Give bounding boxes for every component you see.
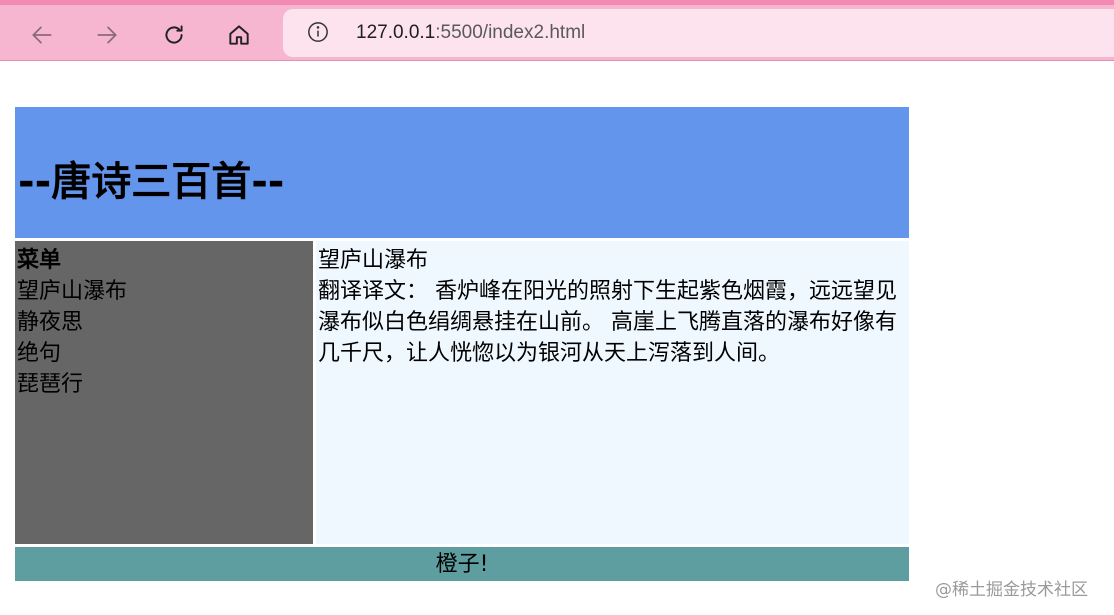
browser-toolbar: 127.0.0.1:5500/index2.html [0,0,1114,61]
forward-arrow-icon [97,26,117,44]
content-panel: 望庐山瀑布 翻译译文： 香炉峰在阳光的照射下生起紫色烟霞，远远望见瀑布似白色绢绸… [316,241,909,544]
back-button[interactable] [22,15,62,55]
forward-button[interactable] [87,15,127,55]
watermark: @稀土掘金技术社区 [935,580,1088,600]
menu-item-pipa-xing[interactable]: 琵琶行 [17,369,311,400]
page-header: --唐诗三百首-- [15,107,909,238]
page-title: --唐诗三百首-- [18,159,285,205]
poem-translation: 翻译译文： 香炉峰在阳光的照射下生起紫色烟霞，远远望见瀑布似白色绢绸悬挂在山前。… [318,279,897,366]
menu-item-lushan-waterfall[interactable]: 望庐山瀑布 [17,276,311,307]
menu-title: 菜单 [17,248,62,273]
back-arrow-icon [32,26,52,44]
url-text[interactable]: 127.0.0.1:5500/index2.html [356,22,585,44]
reload-icon [165,25,183,44]
home-icon [229,25,249,45]
menu-item-quiet-night[interactable]: 静夜思 [17,307,311,338]
poem-title: 望庐山瀑布 [318,248,429,273]
address-bar[interactable]: 127.0.0.1:5500/index2.html [283,9,1114,57]
footer-text: 橙子! [435,552,489,577]
menu-panel: 菜单 望庐山瀑布 静夜思 绝句 琵琶行 [15,241,313,544]
page-footer: 橙子! [15,547,909,581]
url-host: 127.0.0.1 [356,22,436,43]
home-button[interactable] [219,15,259,55]
info-icon[interactable] [307,21,329,43]
reload-button[interactable] [154,15,194,55]
url-path: :5500/index2.html [435,22,586,43]
menu-item-jueju[interactable]: 绝句 [17,338,311,369]
